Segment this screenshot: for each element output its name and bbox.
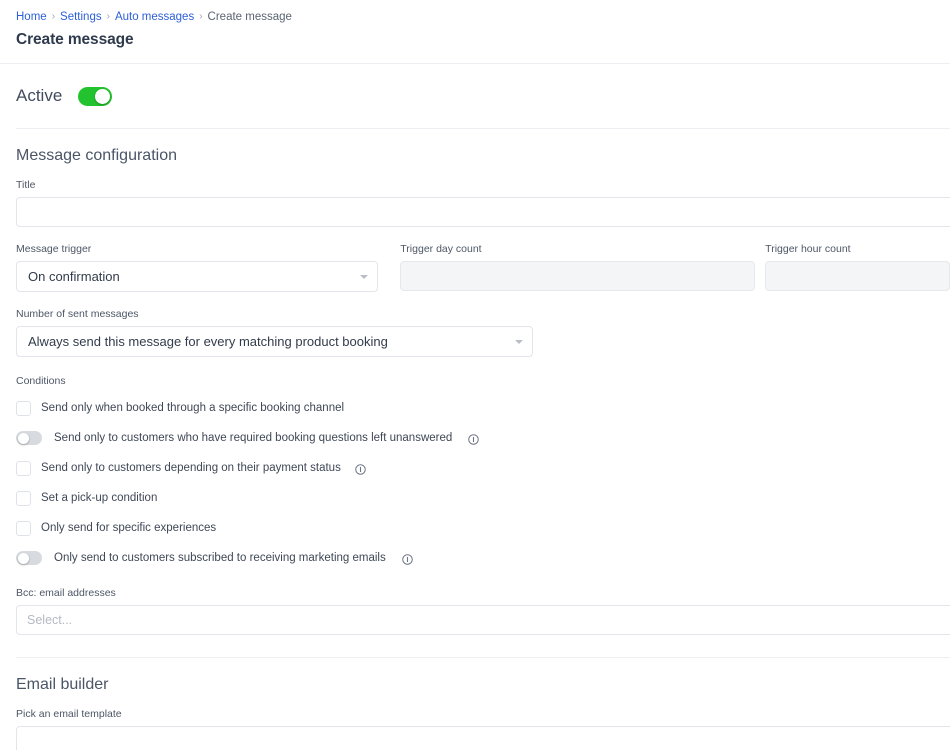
condition-label-pickup: Set a pick-up condition [41, 492, 158, 504]
email-template-group: Pick an email template [16, 708, 950, 750]
number-of-sent-messages-group: Number of sent messages Always send this… [16, 308, 533, 357]
email-template-label: Pick an email template [16, 708, 122, 720]
bcc-placeholder: Select... [27, 613, 73, 627]
breadcrumb-separator: › [51, 11, 56, 22]
page-header: Home › Settings › Auto messages › Create messa… [0, 0, 950, 49]
bcc-select-input[interactable]: Select... [16, 605, 950, 635]
info-icon[interactable] [401, 553, 413, 565]
email-builder-title: Email builder [16, 676, 109, 693]
condition-checkbox-pickup[interactable] [16, 490, 31, 506]
breadcrumb-item-auto-messages[interactable]: Auto messages [115, 11, 194, 23]
toggle-knob [95, 88, 111, 104]
page-title: Create message [16, 31, 134, 48]
message-trigger-select[interactable]: On confirmation [16, 261, 379, 292]
condition-label-specific-experiences: Only send for specific experiences [41, 522, 217, 534]
condition-checkbox-booking-channel[interactable] [16, 400, 31, 416]
create-message-page: Home › Settings › Auto messages › Create messa… [0, 0, 950, 750]
message-trigger-label: Message trigger [16, 243, 92, 255]
email-builder-section: Email builder Pick an email template [0, 658, 950, 750]
trigger-day-count-group: Trigger day count [400, 243, 756, 292]
trigger-hour-count-group: Trigger hour count [765, 243, 950, 292]
breadcrumb-separator: › [106, 11, 110, 22]
chevron-down-icon [360, 274, 369, 279]
number-of-sent-messages-label: Number of sent messages [16, 308, 139, 320]
email-template-input[interactable] [16, 726, 950, 750]
active-label: Active [16, 86, 63, 105]
condition-checkbox-payment-status[interactable] [16, 460, 31, 476]
toggle-knob [17, 552, 29, 564]
message-trigger-value: On confirmation [28, 269, 120, 284]
bcc-group: Bcc: email addresses Select... [16, 587, 950, 635]
active-toggle[interactable] [78, 86, 113, 106]
info-icon[interactable] [355, 463, 366, 475]
breadcrumb-item-settings[interactable]: Settings [60, 11, 102, 23]
condition-row-unanswered-questions: Send only to customers who have required… [16, 423, 950, 453]
breadcrumb-separator: › [199, 11, 203, 22]
condition-toggle-unanswered-questions[interactable] [16, 431, 42, 445]
condition-label-payment-status: Send only to customers depending on thei… [41, 462, 341, 474]
number-of-sent-messages-select[interactable]: Always send this message for every match… [16, 326, 533, 357]
title-field-group: Title [16, 179, 950, 227]
condition-row-specific-experiences: Only send for specific experiences [16, 513, 950, 543]
condition-label-marketing-emails: Only send to customers subscribed to rec… [54, 552, 386, 564]
trigger-day-count-input [400, 261, 756, 291]
condition-row-booking-channel: Send only when booked through a specific… [16, 393, 950, 423]
active-row: Active [0, 64, 950, 128]
title-label: Title [16, 179, 36, 191]
info-icon[interactable] [468, 433, 480, 445]
message-trigger-group: Message trigger On confirmation [16, 243, 379, 292]
conditions-label: Conditions [16, 375, 66, 387]
toggle-knob [17, 432, 29, 444]
trigger-day-count-label: Trigger day count [400, 243, 482, 255]
trigger-hour-count-input [765, 261, 950, 291]
condition-label-booking-channel: Send only when booked through a specific… [41, 402, 345, 414]
message-configuration-section: Message configuration Title Message trig… [0, 129, 950, 635]
breadcrumb-item-create-message: Create message [207, 11, 292, 23]
trigger-hour-count-label: Trigger hour count [765, 243, 851, 255]
condition-checkbox-specific-experiences[interactable] [16, 520, 31, 536]
condition-toggle-marketing-emails[interactable] [16, 551, 42, 565]
title-input[interactable] [16, 197, 950, 227]
breadcrumb-item-home[interactable]: Home [16, 11, 47, 23]
condition-row-marketing-emails: Only send to customers subscribed to rec… [16, 543, 950, 573]
bcc-label: Bcc: email addresses [16, 587, 116, 599]
conditions-group: Conditions Send only when booked through… [16, 375, 950, 573]
condition-label-unanswered-questions: Send only to customers who have required… [54, 432, 453, 444]
condition-row-pickup: Set a pick-up condition [16, 483, 950, 513]
condition-row-payment-status: Send only to customers depending on thei… [16, 453, 950, 483]
trigger-row: Message trigger On confirmation Trigger … [16, 243, 950, 292]
breadcrumb: Home › Settings › Auto messages › Create messa… [0, 10, 950, 25]
number-of-sent-messages-value: Always send this message for every match… [28, 334, 388, 349]
chevron-down-icon [515, 339, 523, 344]
message-configuration-title: Message configuration [16, 147, 177, 164]
